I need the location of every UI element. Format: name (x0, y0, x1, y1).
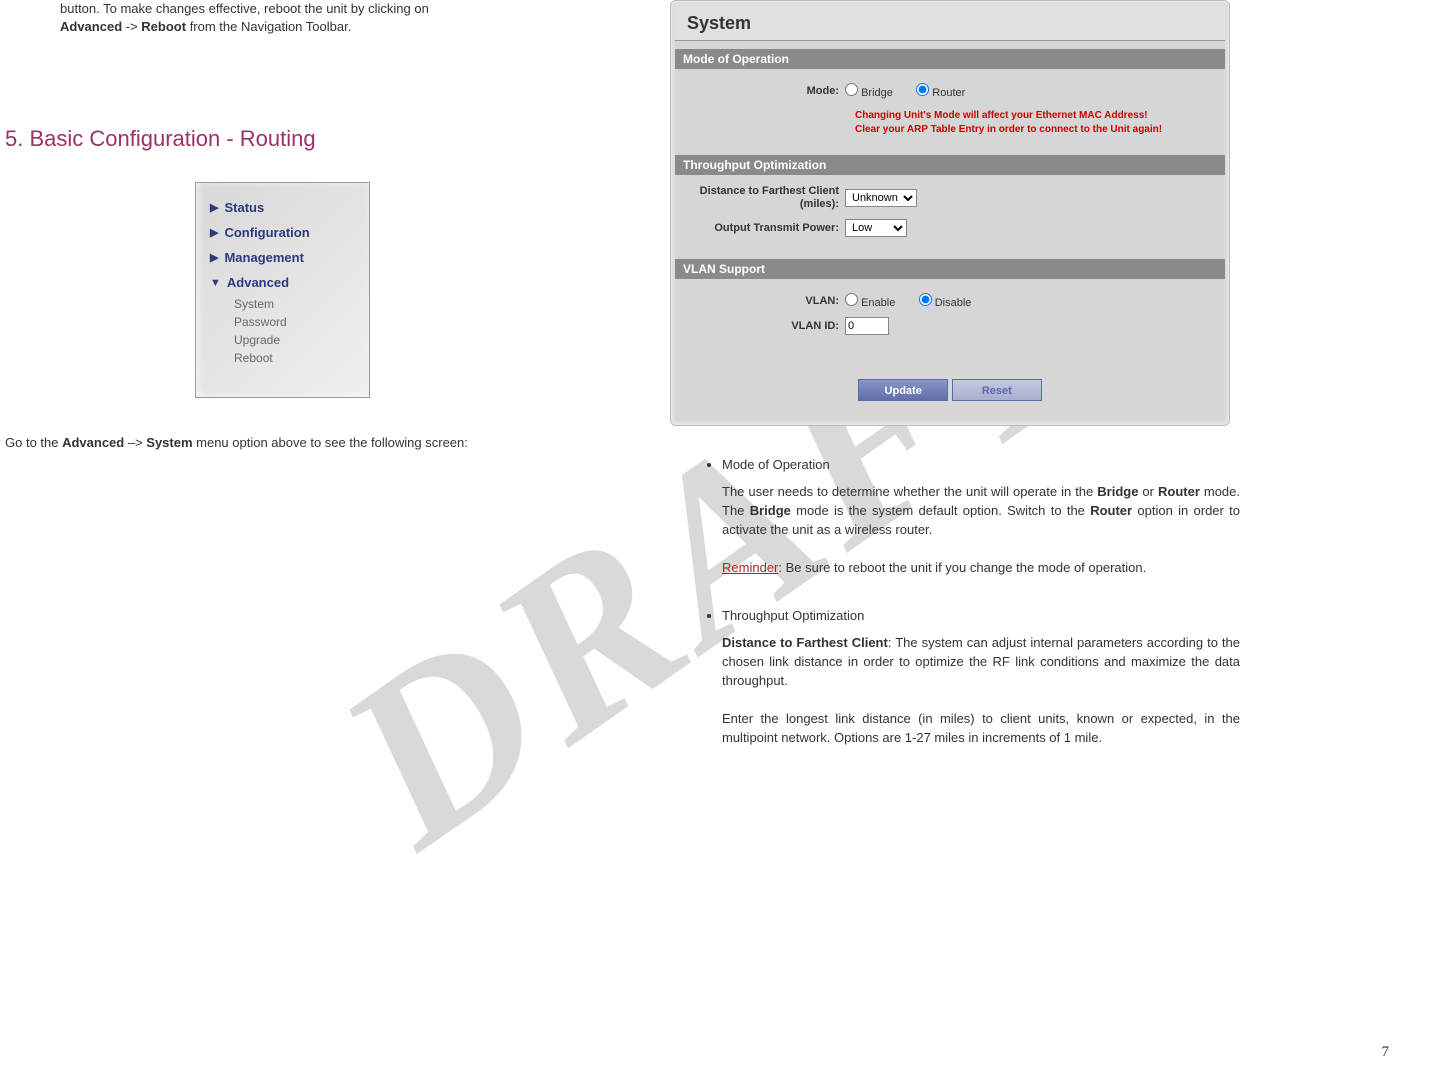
reminder-text: : Be sure to reboot the unit if you chan… (778, 560, 1146, 575)
p1d: mode is the system default option. Switc… (791, 503, 1090, 518)
nav-sub-upgrade[interactable]: Upgrade (196, 331, 369, 349)
bullet-throughput: Throughput Optimization Distance to Fart… (722, 607, 1240, 747)
vlan-id-label: VLAN ID: (685, 320, 845, 332)
right-column: System Mode of Operation Mode: Bridge Ro… (670, 0, 1240, 765)
bullet1-title: Mode of Operation (722, 457, 830, 472)
bullet1-desc: The user needs to determine whether the … (722, 483, 1240, 577)
bullet2-title: Throughput Optimization (722, 608, 864, 623)
mode-radio-bridge[interactable]: Bridge (845, 87, 893, 99)
reset-button[interactable]: Reset (952, 379, 1042, 401)
top-fragment-paragraph: button. To make changes effective, reboo… (5, 0, 635, 36)
distance-select[interactable]: Unknown (845, 189, 917, 207)
left-column: button. To make changes effective, reboo… (5, 0, 635, 453)
mode-router-text: Router (932, 87, 965, 99)
vlan-enable-text: Enable (861, 297, 895, 309)
nav-item-management[interactable]: ▶ Management (196, 245, 369, 270)
bn-bold2: System (146, 435, 192, 450)
p1-router2: Router (1090, 503, 1132, 518)
vlan-section-header: VLAN Support (675, 259, 1225, 279)
vlan-radio-enable[interactable]: Enable (845, 297, 895, 309)
p1-bridge: Bridge (1097, 484, 1138, 499)
arrow-down-icon: ▼ (210, 277, 221, 289)
vlan-radio-disable[interactable]: Disable (919, 297, 972, 309)
nav-label-management: Management (224, 250, 303, 265)
nav-label-configuration: Configuration (224, 225, 309, 240)
bn-text2: –> (124, 435, 146, 450)
nav-sub-reboot[interactable]: Reboot (196, 349, 369, 367)
mode-bridge-text: Bridge (861, 87, 893, 99)
mode-radio-router[interactable]: Router (916, 87, 965, 99)
p2b: Enter the longest link distance (in mile… (722, 711, 1240, 745)
warning-line2: Clear your ARP Table Entry in order to c… (855, 124, 1162, 135)
vlan-disable-text: Disable (935, 297, 972, 309)
distance-label: Distance to Farthest Client (miles): (685, 185, 845, 211)
system-panel: System Mode of Operation Mode: Bridge Ro… (670, 0, 1230, 426)
nav-item-status[interactable]: ▶ Status (196, 195, 369, 220)
bn-text1: Go to the (5, 435, 62, 450)
frag-bold-advanced: Advanced (60, 19, 122, 34)
nav-label-status: Status (224, 200, 264, 215)
warning-line1: Changing Unit's Mode will affect your Et… (855, 110, 1148, 121)
update-button[interactable]: Update (858, 379, 948, 401)
arrow-right-icon: ▶ (210, 226, 218, 239)
power-select[interactable]: Low (845, 219, 907, 237)
frag-bold-reboot: Reboot (141, 19, 186, 34)
mode-label: Mode: (685, 85, 845, 97)
reminder-label: Reminder (722, 560, 778, 575)
button-row: Update Reset (675, 339, 1225, 401)
p2-bold: Distance to Farthest Client (722, 635, 888, 650)
arrow-right-icon: ▶ (210, 251, 218, 264)
nav-sub-password[interactable]: Password (196, 313, 369, 331)
mode-warning: Changing Unit's Mode will affect your Et… (675, 103, 1225, 147)
nav-screenshot: ▶ Status ▶ Configuration ▶ Management ▼ … (195, 182, 370, 398)
below-nav-text: Go to the Advanced –> System menu option… (5, 433, 635, 453)
section-heading: 5. Basic Configuration - Routing (5, 126, 635, 152)
p1-bridge2: Bridge (750, 503, 791, 518)
nav-label-advanced: Advanced (227, 275, 289, 290)
system-title: System (675, 5, 1225, 41)
bn-text3: menu option above to see the following s… (193, 435, 468, 450)
right-text-block: Mode of Operation The user needs to dete… (700, 456, 1240, 747)
bullet2-desc: Distance to Farthest Client: The system … (722, 634, 1240, 747)
frag-arrow: -> (122, 19, 141, 34)
nav-item-configuration[interactable]: ▶ Configuration (196, 220, 369, 245)
nav-sub-system[interactable]: System (196, 295, 369, 313)
mode-section-header: Mode of Operation (675, 49, 1225, 69)
vlan-label: VLAN: (685, 295, 845, 307)
power-label: Output Transmit Power: (685, 222, 845, 234)
system-panel-inner: System Mode of Operation Mode: Bridge Ro… (675, 5, 1225, 421)
nav-item-advanced[interactable]: ▼ Advanced (196, 270, 369, 295)
bn-bold1: Advanced (62, 435, 124, 450)
vlan-id-input[interactable] (845, 317, 889, 335)
p1b: or (1138, 484, 1158, 499)
arrow-right-icon: ▶ (210, 201, 218, 214)
p1a: The user needs to determine whether the … (722, 484, 1097, 499)
p1-router: Router (1158, 484, 1200, 499)
page-number: 7 (1382, 1044, 1390, 1061)
frag-line1: button. To make changes effective, reboo… (60, 1, 429, 16)
frag-rest: from the Navigation Toolbar. (186, 19, 351, 34)
bullet-mode-of-operation: Mode of Operation The user needs to dete… (722, 456, 1240, 577)
throughput-section-header: Throughput Optimization (675, 155, 1225, 175)
